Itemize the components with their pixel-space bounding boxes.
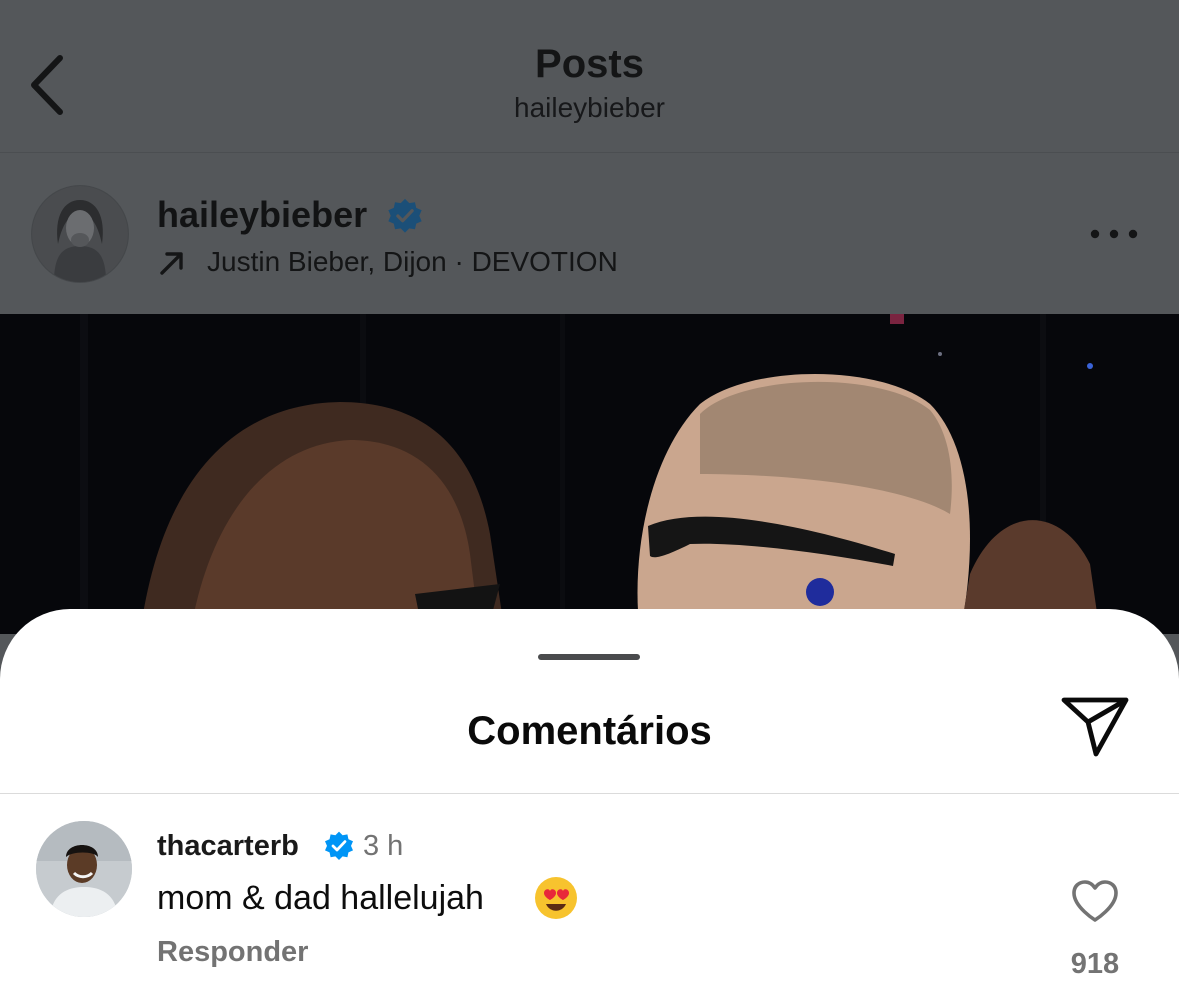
arrow-up-right-icon [160,252,183,275]
verified-badge-icon [388,198,422,233]
post-author-avatar[interactable] [32,186,128,282]
commenter-avatar[interactable] [36,821,132,917]
comment-text: mom & dad hallelujah [157,879,484,917]
like-count: 918 [1070,948,1120,980]
post-header: haileybieber Justin Bieber, Dijon · DEVO… [0,153,1179,314]
verified-badge-icon [325,831,353,860]
post-video[interactable] [0,314,1179,634]
video-frame-image [0,314,1179,634]
page-title: Posts [535,42,644,86]
more-options-icon[interactable] [1088,223,1140,245]
music-track-label: Justin Bieber, Dijon · DEVOTION [207,246,618,277]
post-author-username[interactable]: haileybieber [157,193,367,237]
reply-button[interactable]: Responder [157,934,308,970]
sheet-drag-handle[interactable] [538,654,640,660]
comments-sheet: Comentários thacarterb 3 h mom & dad hal… [0,609,1179,1007]
comment-timestamp: 3 h [363,830,404,862]
like-heart-icon[interactable] [1070,878,1120,924]
heart-eyes-emoji-icon [535,877,577,919]
page-subtitle: haileybieber [514,92,665,123]
share-send-icon[interactable] [1060,692,1130,760]
header-titles: Posts haileybieber [0,40,1179,126]
commenter-username[interactable]: thacarterb [157,828,299,864]
sheet-divider [0,793,1179,794]
comments-title: Comentários [467,709,712,753]
top-navigation-bar: Posts haileybieber [0,0,1179,153]
